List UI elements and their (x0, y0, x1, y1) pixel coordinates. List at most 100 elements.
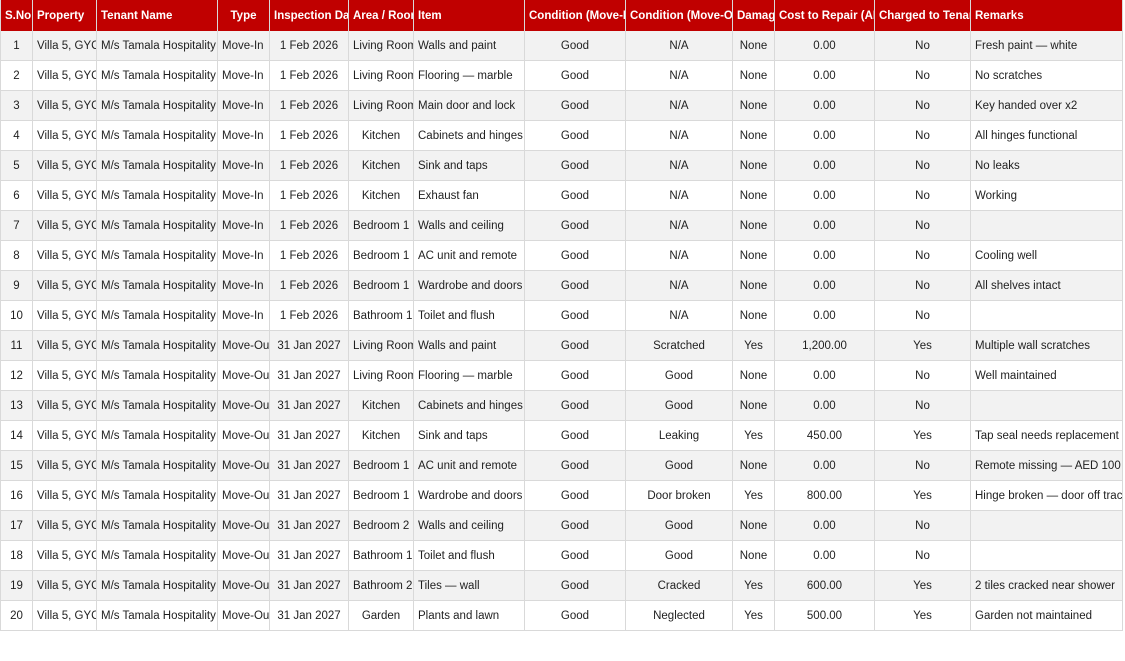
cell-cost-to-repair[interactable]: 0.00 (774, 180, 875, 211)
cell-tenant-name[interactable]: M/s Tamala Hospitality (96, 180, 218, 211)
cell-damage[interactable]: Yes (732, 480, 775, 511)
cell-item[interactable]: Cabinets and hinges (413, 390, 525, 421)
cell-cost-to-repair[interactable]: 1,200.00 (774, 330, 875, 361)
cell-charged-to-tenant[interactable]: No (874, 90, 971, 121)
cell-charged-to-tenant[interactable]: No (874, 450, 971, 481)
cell-sno[interactable]: 4 (0, 120, 33, 151)
cell-inspection-date[interactable]: 1 Feb 2026 (269, 120, 349, 151)
cell-damage[interactable]: Yes (732, 420, 775, 451)
cell-inspection-date[interactable]: 31 Jan 2027 (269, 360, 349, 391)
cell-area-room[interactable]: Kitchen (348, 150, 414, 181)
cell-sno[interactable]: 19 (0, 570, 33, 601)
column-header-sno[interactable]: S.No. (0, 0, 33, 31)
cell-item[interactable]: Sink and taps (413, 150, 525, 181)
cell-condition-move-in[interactable]: Good (524, 480, 626, 511)
cell-type[interactable]: Move-In (217, 300, 270, 331)
cell-type[interactable]: Move-In (217, 270, 270, 301)
cell-type[interactable]: Move-Out (217, 330, 270, 361)
cell-charged-to-tenant[interactable]: Yes (874, 600, 971, 631)
cell-property[interactable]: Villa 5, GYC (32, 120, 97, 151)
cell-type[interactable]: Move-Out (217, 540, 270, 571)
cell-condition-move-in[interactable]: Good (524, 540, 626, 571)
cell-sno[interactable]: 8 (0, 240, 33, 271)
cell-inspection-date[interactable]: 1 Feb 2026 (269, 270, 349, 301)
cell-damage[interactable]: None (732, 210, 775, 241)
cell-property[interactable]: Villa 5, GYC (32, 90, 97, 121)
cell-inspection-date[interactable]: 1 Feb 2026 (269, 300, 349, 331)
cell-condition-move-out[interactable]: Good (625, 450, 733, 481)
cell-tenant-name[interactable]: M/s Tamala Hospitality (96, 330, 218, 361)
cell-area-room[interactable]: Kitchen (348, 120, 414, 151)
cell-condition-move-out[interactable]: N/A (625, 31, 733, 61)
cell-condition-move-in[interactable]: Good (524, 180, 626, 211)
cell-property[interactable]: Villa 5, GYC (32, 570, 97, 601)
cell-condition-move-out[interactable]: Leaking (625, 420, 733, 451)
cell-item[interactable]: Toilet and flush (413, 540, 525, 571)
cell-area-room[interactable]: Living Room (348, 31, 414, 61)
cell-sno[interactable]: 16 (0, 480, 33, 511)
cell-inspection-date[interactable]: 31 Jan 2027 (269, 450, 349, 481)
cell-condition-move-in[interactable]: Good (524, 120, 626, 151)
cell-sno[interactable]: 14 (0, 420, 33, 451)
cell-inspection-date[interactable]: 1 Feb 2026 (269, 60, 349, 91)
cell-property[interactable]: Villa 5, GYC (32, 300, 97, 331)
cell-charged-to-tenant[interactable]: No (874, 180, 971, 211)
cell-inspection-date[interactable]: 1 Feb 2026 (269, 180, 349, 211)
cell-sno[interactable]: 9 (0, 270, 33, 301)
cell-property[interactable]: Villa 5, GYC (32, 31, 97, 61)
cell-remarks[interactable]: Cooling well (970, 240, 1123, 271)
cell-charged-to-tenant[interactable]: No (874, 300, 971, 331)
cell-area-room[interactable]: Bedroom 1 (348, 240, 414, 271)
cell-inspection-date[interactable]: 1 Feb 2026 (269, 31, 349, 61)
cell-remarks[interactable]: Working (970, 180, 1123, 211)
cell-cost-to-repair[interactable]: 0.00 (774, 450, 875, 481)
cell-remarks[interactable] (970, 390, 1123, 421)
column-header-charged-to-tenant[interactable]: Charged to Tenant (874, 0, 971, 31)
cell-area-room[interactable]: Bathroom 1 (348, 300, 414, 331)
cell-sno[interactable]: 11 (0, 330, 33, 361)
cell-condition-move-in[interactable]: Good (524, 210, 626, 241)
cell-item[interactable]: Walls and ceiling (413, 210, 525, 241)
cell-item[interactable]: Main door and lock (413, 90, 525, 121)
cell-damage[interactable]: None (732, 120, 775, 151)
cell-tenant-name[interactable]: M/s Tamala Hospitality (96, 240, 218, 271)
cell-charged-to-tenant[interactable]: No (874, 60, 971, 91)
cell-item[interactable]: Walls and ceiling (413, 510, 525, 541)
cell-cost-to-repair[interactable]: 0.00 (774, 240, 875, 271)
column-header-property[interactable]: Property (32, 0, 97, 31)
cell-charged-to-tenant[interactable]: No (874, 31, 971, 61)
cell-type[interactable]: Move-Out (217, 600, 270, 631)
cell-item[interactable]: Tiles — wall (413, 570, 525, 601)
cell-type[interactable]: Move-In (217, 60, 270, 91)
cell-cost-to-repair[interactable]: 0.00 (774, 270, 875, 301)
cell-damage[interactable]: None (732, 300, 775, 331)
cell-area-room[interactable]: Living Room (348, 330, 414, 361)
cell-damage[interactable]: Yes (732, 570, 775, 601)
column-header-cost-to-repair[interactable]: Cost to Repair (AED) (774, 0, 875, 31)
cell-damage[interactable]: None (732, 270, 775, 301)
cell-type[interactable]: Move-In (217, 31, 270, 61)
cell-condition-move-in[interactable]: Good (524, 510, 626, 541)
cell-condition-move-in[interactable]: Good (524, 270, 626, 301)
cell-condition-move-in[interactable]: Good (524, 390, 626, 421)
cell-damage[interactable]: None (732, 390, 775, 421)
cell-area-room[interactable]: Garden (348, 600, 414, 631)
cell-charged-to-tenant[interactable]: Yes (874, 480, 971, 511)
cell-sno[interactable]: 7 (0, 210, 33, 241)
cell-item[interactable]: Sink and taps (413, 420, 525, 451)
cell-property[interactable]: Villa 5, GYC (32, 210, 97, 241)
cell-tenant-name[interactable]: M/s Tamala Hospitality (96, 360, 218, 391)
cell-inspection-date[interactable]: 1 Feb 2026 (269, 210, 349, 241)
cell-item[interactable]: Walls and paint (413, 31, 525, 61)
cell-property[interactable]: Villa 5, GYC (32, 240, 97, 271)
cell-remarks[interactable]: No scratches (970, 60, 1123, 91)
cell-charged-to-tenant[interactable]: No (874, 510, 971, 541)
cell-item[interactable]: Flooring — marble (413, 60, 525, 91)
cell-sno[interactable]: 17 (0, 510, 33, 541)
column-header-remarks[interactable]: Remarks (970, 0, 1123, 31)
cell-area-room[interactable]: Bedroom 1 (348, 210, 414, 241)
cell-condition-move-in[interactable]: Good (524, 31, 626, 61)
cell-item[interactable]: Toilet and flush (413, 300, 525, 331)
column-header-inspection-date[interactable]: Inspection Date (269, 0, 349, 31)
cell-tenant-name[interactable]: M/s Tamala Hospitality (96, 60, 218, 91)
